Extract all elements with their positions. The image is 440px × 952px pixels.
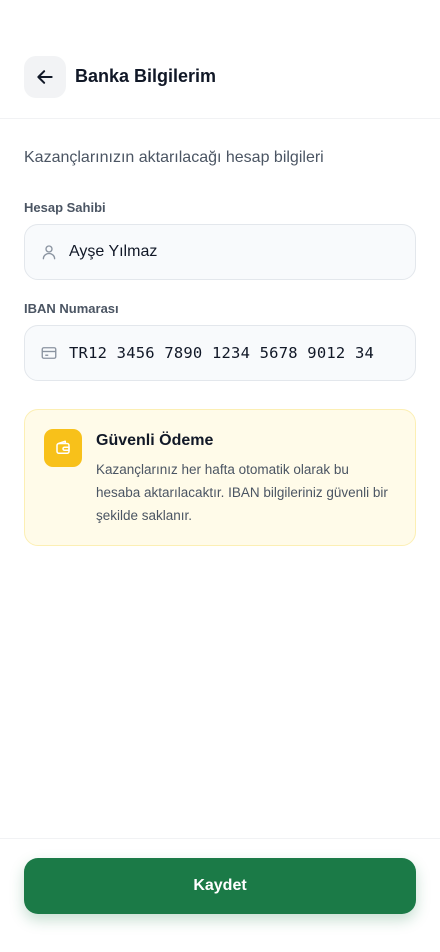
user-icon — [40, 243, 58, 261]
page-title: Banka Bilgilerim — [75, 66, 217, 86]
secure-payment-card: Güvenli Ödeme Kazançlarınız her hafta ot… — [24, 409, 416, 546]
page-subtitle: Kazançlarınızın aktarılacağı hesap bilgi… — [24, 149, 324, 166]
account-holder-label: Hesap Sahibi — [24, 200, 106, 215]
wallet-icon — [44, 429, 82, 467]
iban-field[interactable]: TR12 3456 7890 1234 5678 9012 34 — [24, 325, 416, 381]
info-text: Kazançlarınız her hafta otomatik olarak … — [96, 462, 388, 523]
arrow-left-icon — [35, 67, 55, 87]
back-button[interactable] — [24, 56, 66, 98]
iban-value: TR12 3456 7890 1234 5678 9012 34 — [69, 344, 375, 362]
card-icon — [40, 344, 58, 362]
iban-label: IBAN Numarası — [24, 301, 119, 316]
account-holder-value: Ayşe Yılmaz — [69, 243, 158, 260]
app-header: Banka Bilgilerim — [0, 0, 440, 119]
account-holder-field[interactable]: Ayşe Yılmaz — [24, 224, 416, 280]
save-button[interactable]: Kaydet — [24, 858, 416, 914]
info-title: Güvenli Ödeme — [96, 432, 214, 449]
